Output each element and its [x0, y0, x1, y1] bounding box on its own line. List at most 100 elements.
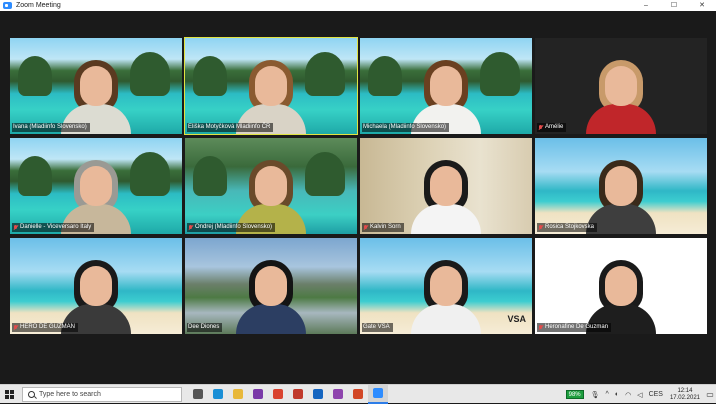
participant-name-label: Dee Diones: [187, 323, 223, 332]
participant-face: [430, 66, 462, 106]
participant-face: [80, 66, 112, 106]
edge-icon[interactable]: [208, 385, 228, 404]
wifi-icon[interactable]: ◠: [625, 391, 631, 399]
participant-body: [586, 104, 656, 134]
participant-name-label: Eliška Motyčková Mladiinfo ČR: [187, 123, 274, 132]
muted-mic-icon: [188, 224, 193, 231]
powerpoint-icon[interactable]: [348, 385, 368, 404]
participant-body: [236, 304, 306, 334]
outlook-icon[interactable]: [308, 385, 328, 404]
participant-tile[interactable]: Ondrej (Mladiinfo Slovensko): [185, 138, 357, 234]
participant-name: Kalvin Sorn: [370, 224, 401, 230]
participant-tile[interactable]: Danielle - Viceversaro Italy: [10, 138, 182, 234]
muted-mic-icon: [363, 224, 368, 231]
participant-name: Eliška Motyčková Mladiinfo ČR: [188, 124, 271, 130]
participant-face: [80, 266, 112, 306]
participant-video: [406, 254, 486, 334]
participant-name-label: HERO DE GUZMAN: [12, 323, 79, 332]
chevron-up-icon[interactable]: ^: [606, 391, 609, 398]
volume-icon[interactable]: ◁: [637, 391, 642, 399]
battery-indicator[interactable]: 98%: [565, 390, 584, 399]
participant-face: [605, 266, 637, 306]
participant-video: [231, 154, 311, 234]
notification-icon[interactable]: ▭: [704, 385, 716, 404]
participant-name-label: Kalvin Sorn: [362, 223, 404, 232]
participant-name: Ivana (Mladiinfo Slovensko): [13, 124, 87, 130]
island-rock: [18, 56, 52, 96]
onenote-icon[interactable]: [248, 385, 268, 404]
island-rock: [193, 156, 227, 196]
participant-video: [581, 254, 661, 334]
muted-mic-icon: [13, 324, 18, 331]
maximize-button[interactable]: ☐: [660, 0, 688, 11]
onenote-2-icon[interactable]: [328, 385, 348, 404]
taskbar-search-input[interactable]: Type here to search: [22, 386, 182, 402]
participant-face: [255, 166, 287, 206]
microphone-icon[interactable]: 🎙: [591, 391, 600, 399]
participant-tile[interactable]: HERO DE GUZMAN: [10, 238, 182, 334]
participant-face: [430, 166, 462, 206]
chrome-icon[interactable]: [268, 385, 288, 404]
zoom-icon[interactable]: [368, 384, 388, 404]
participant-name: Rosica Stojkovska: [545, 224, 595, 230]
participant-face: [80, 166, 112, 206]
participant-tile[interactable]: Rosica Stojkovska: [535, 138, 707, 234]
island-rock: [305, 152, 345, 196]
participant-video: [581, 54, 661, 134]
participant-video: [56, 54, 136, 134]
clock[interactable]: 12:14 17.02.2021: [670, 388, 700, 402]
participant-tile[interactable]: VSA Gate VSA: [360, 238, 532, 334]
participant-video: [231, 254, 311, 334]
participant-name-label: Ivana (Mladiinfo Slovensko): [12, 123, 90, 132]
clock-time: 12:14: [677, 387, 693, 394]
participant-tile[interactable]: Amélie: [535, 38, 707, 134]
participant-face: [255, 266, 287, 306]
participant-name-label: Rosica Stojkovska: [537, 223, 598, 232]
participant-tile[interactable]: Michaela (Mladiinfo Slovensko): [360, 38, 532, 134]
task-view-icon[interactable]: [188, 385, 208, 404]
island-rock: [193, 56, 227, 96]
participant-tile[interactable]: Dee Diones: [185, 238, 357, 334]
participant-name: Dee Diones: [188, 324, 220, 330]
participant-face: [255, 66, 287, 106]
window-title: Zoom Meeting: [16, 2, 61, 9]
minimize-button[interactable]: –: [632, 0, 660, 11]
participant-name-label: Ondrej (Mladiinfo Slovensko): [187, 223, 276, 232]
participant-tile[interactable]: Eliška Motyčková Mladiinfo ČR: [184, 37, 358, 135]
island-rock: [305, 52, 345, 96]
meeting-gallery: Ivana (Mladiinfo Slovensko) Eliška Motyčk…: [0, 11, 716, 384]
island-rock: [130, 152, 170, 196]
participant-name-label: Heronafine De Guzman: [537, 323, 612, 332]
taskbar-apps: [188, 384, 388, 404]
windows-taskbar: Type here to search 98% 🎙 ^ ◐ ◠ ◁ CES 12…: [0, 384, 716, 404]
participant-name-label: Danielle - Viceversaro Italy: [12, 223, 95, 232]
network-icon[interactable]: ◐: [615, 391, 619, 398]
participant-tile[interactable]: Ivana (Mladiinfo Slovensko): [10, 38, 182, 134]
vsa-logo: VSA: [507, 314, 526, 324]
participant-body: [411, 304, 481, 334]
clock-date: 17.02.2021: [669, 394, 700, 401]
participant-tile[interactable]: Heronafine De Guzman: [535, 238, 707, 334]
participant-tile[interactable]: Kalvin Sorn: [360, 138, 532, 234]
participant-video: [581, 154, 661, 234]
participant-name: Amélie: [545, 124, 564, 130]
island-rock: [130, 52, 170, 96]
close-button[interactable]: ✕: [688, 0, 716, 11]
island-rock: [480, 52, 520, 96]
participant-video: [56, 254, 136, 334]
participant-name: Danielle - Viceversaro Italy: [20, 224, 92, 230]
participant-name-label: Gate VSA: [362, 323, 393, 332]
participant-name: Gate VSA: [363, 324, 390, 330]
participant-face: [430, 266, 462, 306]
file-explorer-icon[interactable]: [228, 385, 248, 404]
system-tray: 98% 🎙 ^ ◐ ◠ ◁ CES 12:14 17.02.2021 ▭: [565, 385, 716, 404]
acrobat-icon[interactable]: [288, 385, 308, 404]
participant-name: Michaela (Mladiinfo Slovensko): [363, 124, 447, 130]
participant-video: [56, 154, 136, 234]
language-indicator[interactable]: CES: [649, 391, 663, 398]
participant-name: Ondrej (Mladiinfo Slovensko): [195, 224, 273, 230]
participant-video: [231, 54, 311, 134]
muted-mic-icon: [538, 324, 543, 331]
participant-face: [605, 166, 637, 206]
windows-start-icon[interactable]: [0, 385, 18, 404]
